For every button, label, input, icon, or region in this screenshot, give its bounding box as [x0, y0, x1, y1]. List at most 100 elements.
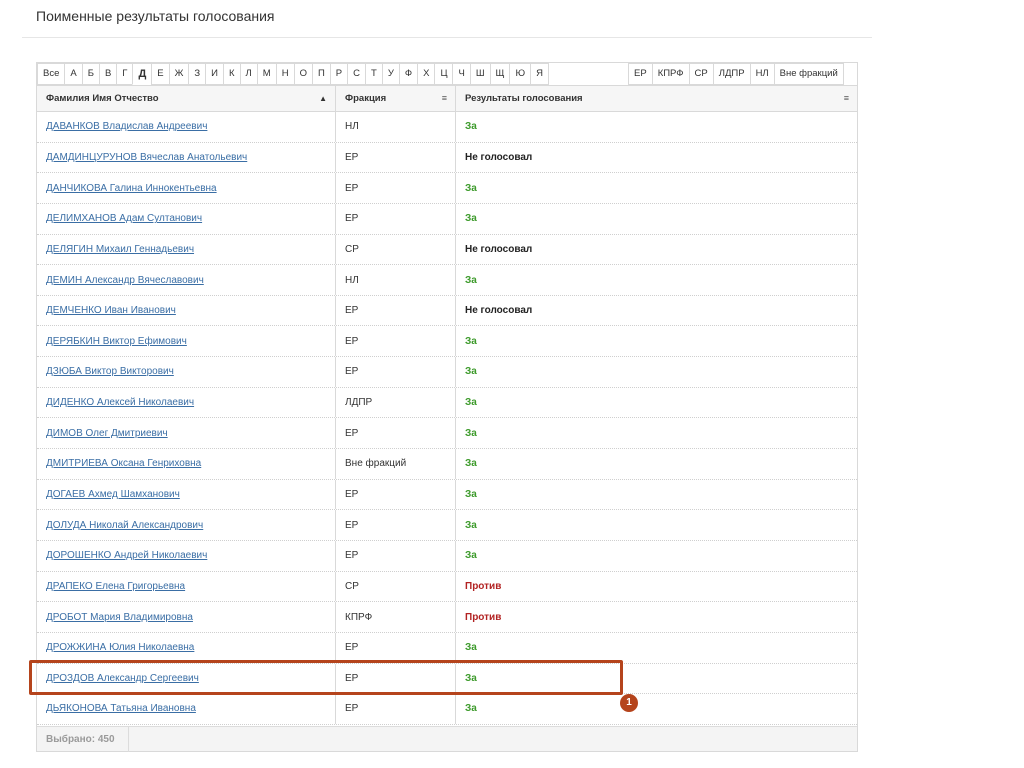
vote-result-cell: За — [455, 479, 857, 510]
deputy-name-link[interactable]: ДОГАЕВ Ахмед Шамханович — [46, 489, 180, 500]
column-header-fraction[interactable]: Фракция ≡ — [335, 86, 455, 111]
letter-filter-button[interactable]: Ш — [469, 63, 491, 85]
annotation-marker: 1 — [620, 694, 638, 712]
table-row: ДРОБОТ Мария Владимировна КПРФ Против — [37, 602, 857, 633]
fraction-cell: ЕР — [335, 479, 455, 510]
column-header-result[interactable]: Результаты голосования ≡ — [455, 86, 857, 111]
name-cell: ДИДЕНКО Алексей Николаевич — [37, 388, 335, 418]
letter-filter-button[interactable]: Б — [81, 63, 100, 85]
letter-filter-all[interactable]: Все — [37, 63, 66, 85]
table-row: ДАВАНКОВ Владислав Андреевич НЛ За — [37, 112, 857, 143]
column-menu-icon[interactable]: ≡ — [442, 86, 447, 111]
deputy-name-link[interactable]: ДИДЕНКО Алексей Николаевич — [46, 397, 194, 408]
letter-filter-button[interactable]: Г — [116, 63, 134, 85]
deputy-name-link[interactable]: ДЕЛИМХАНОВ Адам Султанович — [46, 213, 202, 224]
deputy-name-link[interactable]: ДОЛУДА Николай Александрович — [46, 520, 203, 531]
vote-result-cell: За — [455, 510, 857, 540]
letter-filter-button[interactable]: Е — [151, 63, 170, 85]
letter-filter-button[interactable]: О — [293, 63, 313, 85]
votes-panel: Все А Б В Г Д Е Ж З И К Л М Н О П Р С Т У Ф Х Ц Ч Ш Щ Ю Я ЕР КПРФ СР Л… — [36, 62, 858, 752]
fraction-cell: ЕР — [335, 694, 455, 724]
letter-filter-button[interactable]: Р — [329, 63, 349, 85]
deputy-name-link[interactable]: ДЕМИН Александр Вячеславович — [46, 275, 204, 286]
name-cell: ДРОБОТ Мария Владимировна — [37, 602, 335, 632]
vote-result-cell: За — [455, 173, 857, 203]
deputy-name-link[interactable]: ДЕЛЯГИН Михаил Геннадьевич — [46, 244, 194, 255]
letter-filter-button[interactable]: Щ — [489, 63, 511, 85]
name-cell: ДЕМЧЕНКО Иван Иванович — [37, 296, 335, 326]
vote-result-cell: За — [455, 112, 857, 142]
faction-filter-button[interactable]: СР — [688, 63, 714, 85]
faction-filter-button[interactable]: ЕР — [628, 63, 653, 85]
faction-filter-button[interactable]: ЛДПР — [712, 63, 751, 85]
vote-result-cell: Не голосовал — [455, 295, 857, 326]
letter-filter-button[interactable]: Я — [530, 63, 549, 85]
letter-filter-button[interactable]: Т — [365, 63, 383, 85]
fraction-cell: НЛ — [335, 112, 455, 142]
page-title: Поименные результаты голосования — [36, 8, 275, 24]
letter-filter-button[interactable]: А — [64, 63, 83, 85]
letter-filter-button[interactable]: Л — [239, 63, 258, 85]
faction-filter-button[interactable]: Вне фракций — [773, 63, 844, 85]
deputy-name-link[interactable]: ДАВАНКОВ Владислав Андреевич — [46, 121, 207, 132]
deputy-name-link[interactable]: ДМИТРИЕВА Оксана Генриховна — [46, 458, 201, 469]
table-footer: Выбрано: 450 — [37, 726, 857, 752]
letter-filter-button[interactable]: Д — [132, 63, 153, 85]
faction-filter-button[interactable]: КПРФ — [651, 63, 690, 85]
deputy-name-link[interactable]: ДЕМЧЕНКО Иван Иванович — [46, 305, 176, 316]
deputy-name-link[interactable]: ДЕРЯБКИН Виктор Ефимович — [46, 336, 187, 347]
letter-filter-button[interactable]: З — [188, 63, 207, 85]
table-row: ДМИТРИЕВА Оксана Генриховна Вне фракций За — [37, 449, 857, 480]
letter-filter-button[interactable]: Х — [417, 63, 436, 85]
deputy-name-link[interactable]: ДЬЯКОНОВА Татьяна Ивановна — [46, 703, 196, 714]
letter-filter-button[interactable]: В — [98, 63, 118, 85]
letter-filter-button[interactable]: Ю — [509, 63, 532, 85]
vote-result-cell: За — [455, 326, 857, 357]
faction-filter-button[interactable]: НЛ — [749, 63, 775, 85]
fraction-cell: ЕР — [335, 173, 455, 203]
name-cell: ДРАПЕКО Елена Григорьевна — [37, 572, 335, 602]
column-header-name-label: Фамилия Имя Отчество — [46, 93, 159, 104]
column-menu-icon[interactable]: ≡ — [844, 86, 849, 111]
deputy-name-link[interactable]: ДРОБОТ Мария Владимировна — [46, 612, 193, 623]
deputy-name-link[interactable]: ДЗЮБА Виктор Викторович — [46, 366, 174, 377]
letter-filter-button[interactable]: И — [205, 63, 224, 85]
deputy-name-link[interactable]: ДРАПЕКО Елена Григорьевна — [46, 581, 185, 592]
vote-result-cell: За — [455, 449, 857, 479]
letter-filter-button[interactable]: Ж — [168, 63, 190, 85]
vote-result-cell: За — [455, 203, 857, 234]
deputy-name-link[interactable]: ДОРОШЕНКО Андрей Николаевич — [46, 550, 207, 561]
fraction-cell: ЕР — [335, 295, 455, 326]
table-row: ДЕРЯБКИН Виктор Ефимович ЕР За — [37, 326, 857, 358]
column-header-name[interactable]: Фамилия Имя Отчество ▲ — [37, 86, 335, 111]
table-row: ДЗЮБА Виктор Викторович ЕР За — [37, 357, 857, 388]
table-row: ДАМДИНЦУРУНОВ Вячеслав Анатольевич ЕР Не г… — [37, 142, 857, 174]
letter-filter-button[interactable]: К — [223, 63, 241, 85]
letter-filter-button[interactable]: Ч — [452, 63, 471, 85]
letter-filter-button[interactable]: У — [381, 63, 400, 85]
letter-filter-button[interactable]: Ф — [398, 63, 419, 85]
name-cell: ДРОЖЖИНА Юлия Николаевна — [37, 633, 335, 663]
table-row: ДОГАЕВ Ахмед Шамханович ЕР За — [37, 479, 857, 511]
title-divider — [22, 37, 872, 38]
vote-result-cell: Против — [455, 571, 857, 602]
fraction-cell: ЕР — [335, 510, 455, 540]
sort-ascending-icon[interactable]: ▲ — [319, 86, 327, 111]
fraction-cell: ЕР — [335, 632, 455, 663]
letter-filter-button[interactable]: С — [347, 63, 367, 85]
letter-filter-button[interactable]: П — [311, 63, 331, 85]
name-cell: ДОРОШЕНКО Андрей Николаевич — [37, 541, 335, 571]
deputy-name-link[interactable]: ДАНЧИКОВА Галина Иннокентьевна — [46, 183, 217, 194]
deputy-name-link[interactable]: ДИМОВ Олег Дмитриевич — [46, 428, 168, 439]
table-row: ДИДЕНКО Алексей Николаевич ЛДПР За — [37, 387, 857, 419]
deputy-name-link[interactable]: ДАМДИНЦУРУНОВ Вячеслав Анатольевич — [46, 152, 247, 163]
table-body: ДАВАНКОВ Владислав Андреевич НЛ За ДАМДИНЦУ… — [37, 112, 857, 725]
deputy-name-link[interactable]: ДРОЖЖИНА Юлия Николаевна — [46, 642, 194, 653]
table-row: ДРОЖЖИНА Юлия Николаевна ЕР За — [37, 632, 857, 664]
letter-filter-button[interactable]: М — [256, 63, 277, 85]
table-row: ДЕЛЯГИН Михаил Геннадьевич СР Не голосовал — [37, 234, 857, 266]
table-row: ДРАПЕКО Елена Григорьевна СР Против — [37, 571, 857, 603]
letter-filter-button[interactable]: Ц — [434, 63, 454, 85]
letter-filter-button[interactable]: Н — [275, 63, 295, 85]
selected-count: Выбрано: 450 — [37, 727, 129, 752]
